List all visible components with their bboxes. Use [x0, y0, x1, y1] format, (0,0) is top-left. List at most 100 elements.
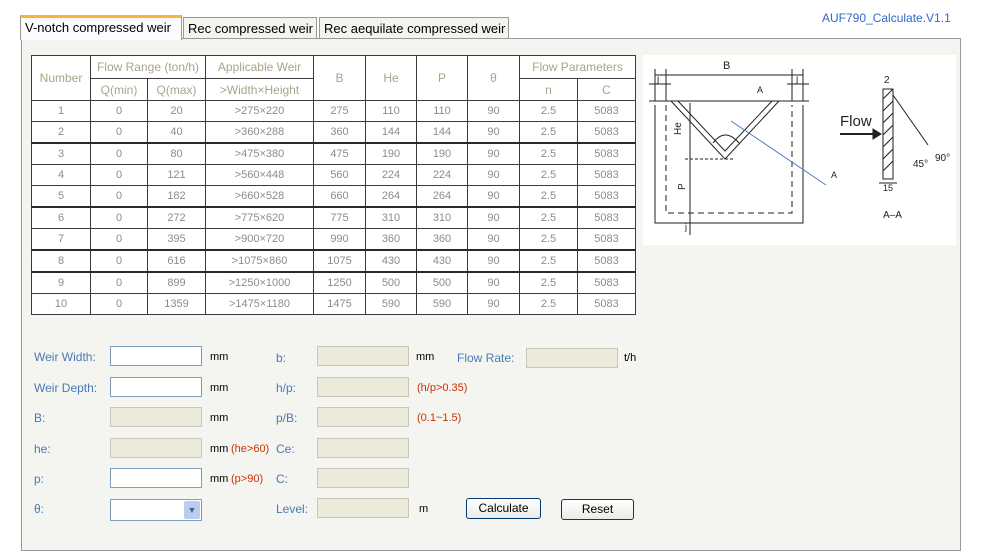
- table-cell: 310: [365, 206, 417, 229]
- table-cell: 20: [147, 100, 206, 122]
- table-cell: 8: [31, 249, 91, 273]
- chevron-down-icon[interactable]: ▼: [184, 501, 200, 519]
- table-row: 2 0 40 >360×288 360 144 144 90 2.5 5083: [31, 121, 636, 144]
- table-cell: 121: [147, 164, 206, 186]
- table-cell: 5083: [577, 121, 636, 144]
- table-cell: 144: [416, 121, 468, 144]
- p-b-hint: (0.1~1.5): [417, 412, 462, 424]
- c-label: C:: [276, 472, 288, 486]
- table-cell: 1075: [313, 249, 366, 273]
- table-cell: 7: [31, 228, 91, 251]
- table-cell: 2: [31, 121, 91, 144]
- p-input[interactable]: [110, 468, 202, 488]
- col-flow-range: Flow Range (ton/h): [90, 55, 206, 79]
- table-cell: 182: [147, 185, 206, 208]
- tab-rec[interactable]: Rec compressed weir: [183, 17, 317, 38]
- table-cell: 2.5: [519, 164, 578, 186]
- col-applicable-weir: Applicable Weir: [205, 55, 314, 79]
- table-cell: 500: [416, 271, 468, 294]
- ce-output: [317, 438, 409, 458]
- level-label: Level:: [276, 502, 309, 516]
- table-cell: >900×720: [205, 228, 314, 251]
- table-cell: >1075×860: [205, 249, 314, 273]
- table-cell: 2.5: [519, 100, 578, 122]
- table-cell: >1250×1000: [205, 271, 314, 294]
- col-qmin: Q(min): [90, 78, 148, 101]
- col-theta: θ: [467, 55, 520, 101]
- table-cell: 224: [365, 164, 417, 186]
- table-cell: 5083: [577, 293, 636, 315]
- h-p-output: [317, 377, 409, 397]
- table-cell: 90: [467, 249, 520, 273]
- table-cell: 475: [313, 142, 366, 165]
- thickness-label: 2: [884, 75, 890, 86]
- table-cell: 2.5: [519, 121, 578, 144]
- table-cell: 560: [313, 164, 366, 186]
- theta-select[interactable]: ▼: [110, 499, 202, 521]
- tab-v-notch[interactable]: V-notch compressed weir: [20, 15, 182, 40]
- table-cell: 0: [90, 164, 148, 186]
- weir-depth-input[interactable]: [110, 377, 202, 397]
- table-cell: 0: [90, 206, 148, 229]
- table-cell: 2.5: [519, 293, 578, 315]
- table-cell: 144: [365, 121, 417, 144]
- table-cell: 2.5: [519, 206, 578, 229]
- table-cell: 500: [365, 271, 417, 294]
- b-small-label: b:: [276, 351, 287, 365]
- h-p-hint: (h/p>0.35): [417, 382, 468, 394]
- table-cell: 90: [467, 100, 520, 122]
- table-cell: 590: [365, 293, 417, 315]
- weir-table: Number Flow Range (ton/h) Applicable Wei…: [31, 55, 636, 315]
- weir-width-input[interactable]: [110, 346, 202, 366]
- table-cell: 395: [147, 228, 206, 251]
- table-cell: 1: [31, 100, 91, 122]
- level-unit: m: [419, 503, 429, 515]
- reset-button[interactable]: Reset: [561, 499, 634, 520]
- table-cell: >1475×1180: [205, 293, 314, 315]
- table-cell: 90: [467, 185, 520, 208]
- table-cell: 616: [147, 249, 206, 273]
- table-cell: 360: [416, 228, 468, 251]
- table-row: 4 0 121 >560×448 560 224 224 90 2.5 5083: [31, 164, 636, 186]
- col-b: B: [313, 55, 366, 101]
- table-cell: 110: [365, 100, 417, 122]
- level-output: [317, 498, 409, 518]
- angle-45-label: 45°: [913, 159, 928, 170]
- table-cell: 190: [365, 142, 417, 165]
- flow-label: Flow: [840, 113, 872, 130]
- table-cell: 1250: [313, 271, 366, 294]
- table-cell: 0: [90, 121, 148, 144]
- tab-rec-aequilate[interactable]: Rec aequilate compressed weir: [319, 17, 509, 38]
- table-cell: 430: [365, 249, 417, 273]
- table-cell: 272: [147, 206, 206, 229]
- b-small-unit: mm: [416, 351, 435, 363]
- theta-label: θ:: [34, 502, 45, 516]
- col-flow-parameters: Flow Parameters: [519, 55, 636, 79]
- table-cell: 224: [416, 164, 468, 186]
- calculate-button[interactable]: Calculate: [466, 498, 541, 519]
- bevel-line: [892, 94, 929, 146]
- col-he: He: [365, 55, 417, 101]
- table-cell: 40: [147, 121, 206, 144]
- table-cell: 5083: [577, 228, 636, 251]
- table-row: 8 0 616 >1075×860 1075 430 430 90 2.5 5083: [31, 249, 636, 273]
- table-cell: 90: [467, 142, 520, 165]
- col-qmax: Q(max): [147, 78, 206, 101]
- table-cell: 5083: [577, 100, 636, 122]
- a-label-bottom: A: [831, 170, 837, 180]
- j-label-left: j: [656, 74, 659, 85]
- flow-rate-label: Flow Rate:: [457, 351, 515, 365]
- table-cell: 0: [90, 271, 148, 294]
- table-cell: 0: [90, 142, 148, 165]
- table-cell: 899: [147, 271, 206, 294]
- table-row: 10 0 1359 >1475×1180 1475 590 590 90 2.5 5083: [31, 293, 636, 315]
- col-number: Number: [31, 55, 91, 101]
- table-cell: 90: [467, 293, 520, 315]
- table-cell: 5083: [577, 271, 636, 294]
- table-cell: 90: [467, 164, 520, 186]
- table-cell: 6: [31, 206, 91, 229]
- table-row: 3 0 80 >475×380 475 190 190 90 2.5 5083: [31, 142, 636, 165]
- table-cell: 90: [467, 121, 520, 144]
- weir-width-label: Weir Width:: [34, 350, 96, 364]
- h-p-label: h/p:: [276, 381, 297, 395]
